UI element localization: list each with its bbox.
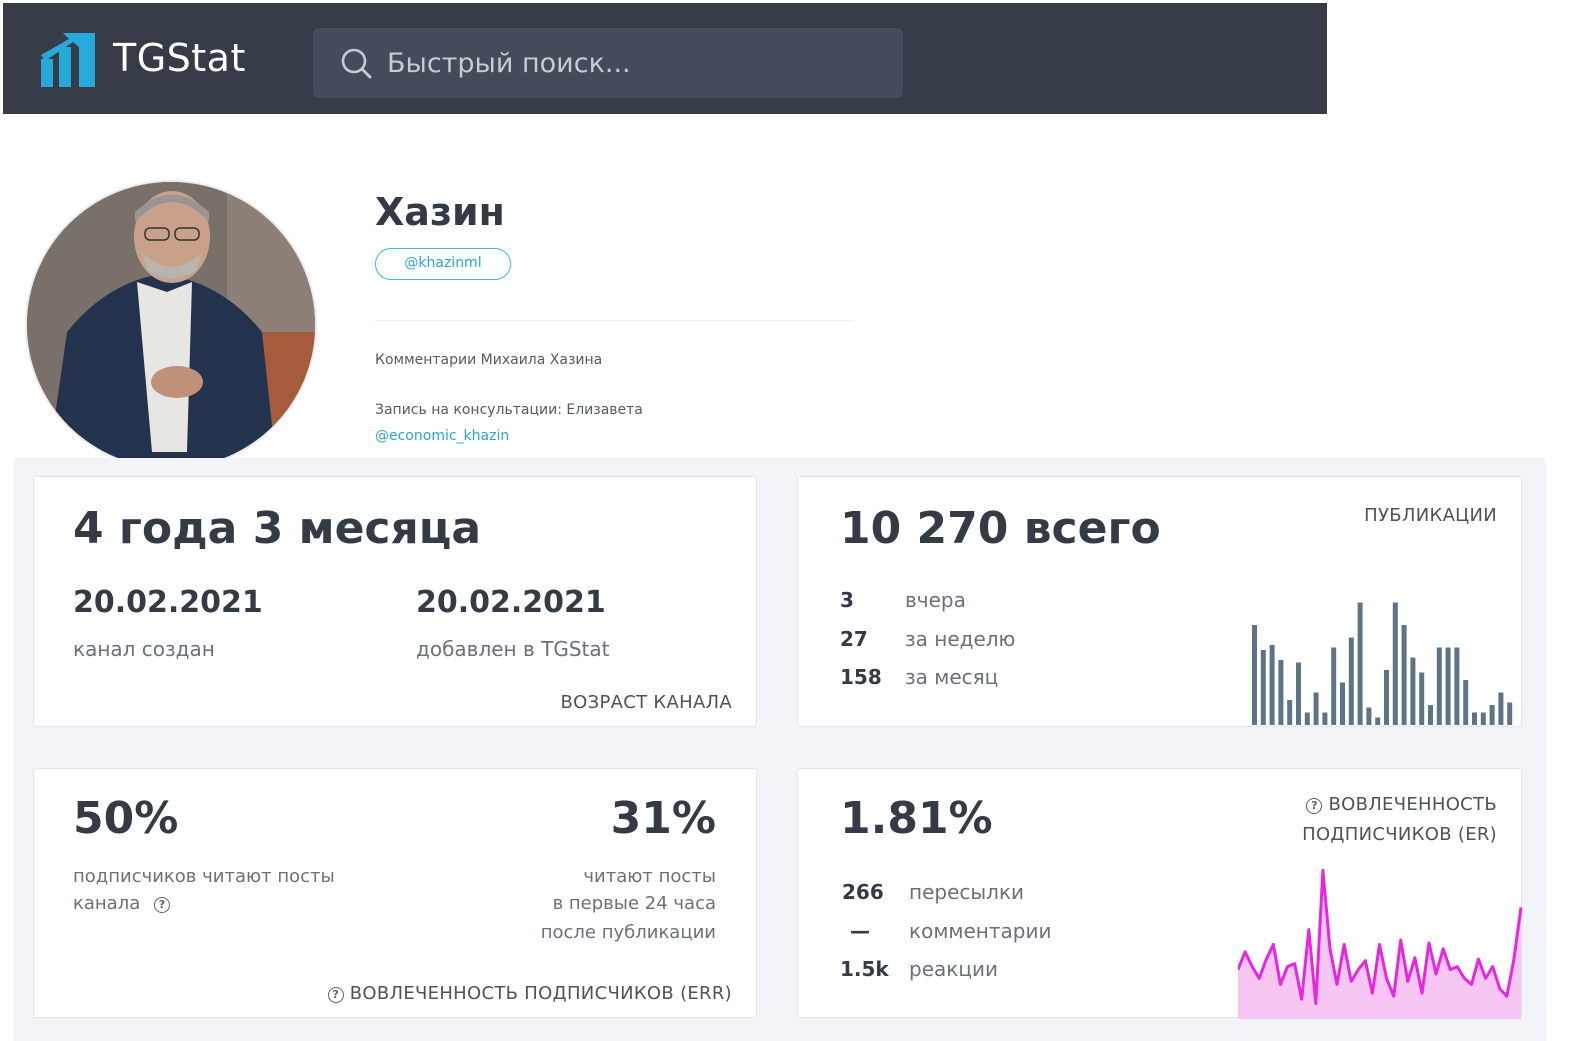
search-input[interactable]: Быстрый поиск...: [313, 28, 903, 98]
publication-bar[interactable]: [1348, 637, 1354, 726]
channel-age-caption: ВОЗРАСТ КАНАЛА: [560, 692, 732, 713]
err-caption[interactable]: ? ВОВЛЕЧЕННОСТЬ ПОДПИСЧИКОВ (ERR): [327, 983, 732, 1004]
err24-percent-value: 31%: [610, 793, 716, 844]
created-date: 20.02.2021: [73, 585, 263, 620]
publication-bar[interactable]: [1322, 712, 1328, 726]
channel-age-value: 4 года 3 месяца: [73, 503, 482, 554]
publication-bar[interactable]: [1260, 650, 1266, 725]
search-placeholder: Быстрый поиск...: [387, 48, 631, 79]
channel-description: Комментарии Михаила Хазина: [375, 352, 603, 368]
search-icon: [339, 46, 373, 80]
posts-week-label: за неделю: [905, 627, 1016, 651]
booking-text: Запись на консультации: Елизавета: [375, 402, 643, 418]
publication-bar[interactable]: [1357, 602, 1363, 726]
publication-bar[interactable]: [1331, 647, 1337, 726]
avatar: [25, 180, 317, 470]
publication-bar[interactable]: [1489, 705, 1495, 725]
err-caption-text: ВОВЛЕЧЕННОСТЬ ПОДПИСЧИКОВ (ERR): [349, 983, 732, 1004]
publication-bar[interactable]: [1384, 670, 1389, 725]
publication-bar[interactable]: [1472, 712, 1477, 726]
channel-name: Хазин: [375, 190, 505, 234]
reactions-count: 1.5k: [840, 957, 889, 981]
posts-month-label: за месяц: [905, 665, 999, 689]
comments-label: комментарии: [909, 919, 1052, 943]
err-percent-value: 50%: [73, 793, 179, 844]
err-label-line1: подписчиков читают посты: [73, 866, 335, 887]
publication-bar[interactable]: [1287, 700, 1293, 725]
publication-bar[interactable]: [1507, 702, 1513, 726]
publication-bar[interactable]: [1498, 692, 1504, 726]
posts-week-count: 27: [840, 627, 868, 651]
publications-caption: ПУБЛИКАЦИИ: [1364, 505, 1497, 526]
added-label: добавлен в TGStat: [416, 637, 610, 661]
tgstat-logo-icon[interactable]: [39, 31, 99, 89]
err-label-text: канала: [73, 893, 141, 914]
err-card: 50% подписчиков читают посты канала ? 31…: [33, 768, 757, 1018]
help-icon[interactable]: ?: [1306, 798, 1323, 814]
comments-count: —: [850, 919, 870, 943]
publications-card: 10 270 всего ПУБЛИКАЦИИ 3 вчера 27 за не…: [797, 476, 1522, 727]
publication-bar[interactable]: [1296, 662, 1301, 726]
brand-name[interactable]: TGStat: [113, 36, 246, 80]
forwards-count: 266: [842, 880, 884, 904]
channel-age-card: 4 года 3 месяца 20.02.2021 канал создан …: [33, 476, 757, 727]
publications-total: 10 270 всего: [840, 503, 1161, 554]
publication-bar[interactable]: [1340, 682, 1345, 726]
publication-bar[interactable]: [1269, 645, 1275, 725]
err24-label-line3: после публикации: [540, 922, 716, 943]
publication-bar[interactable]: [1375, 717, 1381, 726]
er-caption-text: ВОВЛЕЧЕННОСТЬ: [1328, 794, 1497, 815]
publication-bar[interactable]: [1304, 712, 1310, 726]
er-caption-line1[interactable]: ? ВОВЛЕЧЕННОСТЬ: [1306, 794, 1497, 815]
er-percent-value: 1.81%: [840, 793, 993, 844]
publication-bar[interactable]: [1366, 707, 1372, 726]
publication-bar[interactable]: [1278, 660, 1284, 725]
added-date: 20.02.2021: [416, 585, 606, 620]
publications-bar-chart[interactable]: [1250, 595, 1520, 725]
err24-label-line2: в первые 24 часа: [552, 893, 716, 914]
publication-bar[interactable]: [1436, 647, 1442, 726]
er-caption-line2: ПОДПИСЧИКОВ (ER): [1302, 824, 1497, 845]
reactions-label: реакции: [909, 957, 998, 981]
publication-bar[interactable]: [1410, 657, 1416, 726]
forwards-label: пересылки: [909, 880, 1025, 904]
username-badge[interactable]: @khazinml: [375, 248, 511, 280]
publication-bar[interactable]: [1454, 647, 1460, 726]
publication-bar[interactable]: [1401, 625, 1407, 725]
publication-bar[interactable]: [1463, 680, 1469, 725]
publication-bar[interactable]: [1480, 712, 1486, 726]
help-icon[interactable]: ?: [153, 897, 170, 913]
divider: [375, 320, 853, 321]
publication-bar[interactable]: [1428, 705, 1433, 725]
posts-month-count: 158: [840, 665, 882, 689]
err24-label-line1: читают посты: [583, 866, 716, 887]
posts-yesterday-count: 3: [840, 588, 854, 612]
help-icon[interactable]: ?: [327, 987, 344, 1003]
booking-link[interactable]: @economic_khazin: [375, 428, 509, 444]
publication-bar[interactable]: [1419, 672, 1425, 726]
er-line-chart[interactable]: [1238, 857, 1523, 1019]
posts-yesterday-label: вчера: [905, 588, 966, 612]
publication-bar[interactable]: [1445, 647, 1451, 726]
er-card: 1.81% ? ВОВЛЕЧЕННОСТЬ ПОДПИСЧИКОВ (ER) 26…: [797, 768, 1523, 1019]
top-bar: TGStat Быстрый поиск...: [3, 3, 1327, 114]
created-label: канал создан: [73, 637, 215, 661]
publication-bar[interactable]: [1392, 602, 1398, 726]
err-label-line2: канала ?: [73, 890, 170, 918]
publication-bar[interactable]: [1313, 692, 1319, 726]
publication-bar[interactable]: [1252, 625, 1257, 725]
